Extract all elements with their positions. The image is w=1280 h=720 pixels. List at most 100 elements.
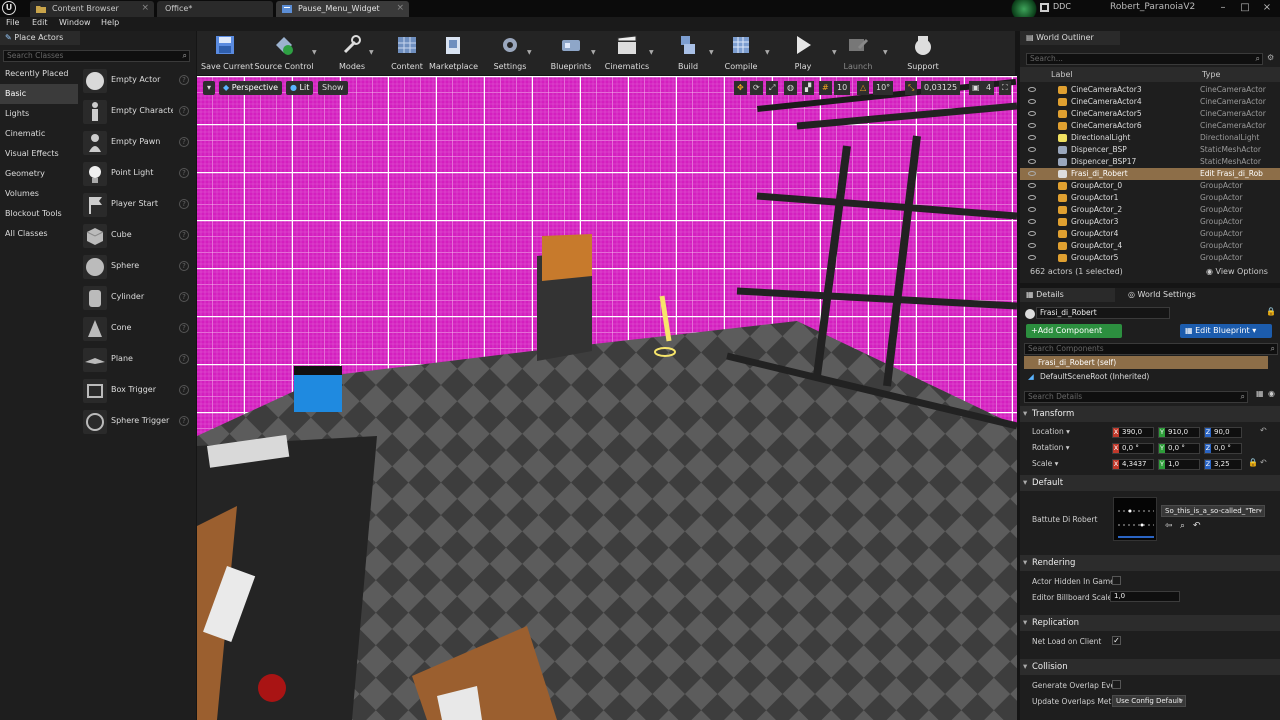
- scale-y-field[interactable]: Y 1,0: [1158, 459, 1200, 470]
- net-load-checkbox[interactable]: ✓: [1112, 636, 1121, 645]
- actor-hidden-checkbox[interactable]: [1112, 576, 1121, 585]
- menu-window[interactable]: Window: [59, 18, 91, 27]
- settings-icon[interactable]: ⚙: [1267, 53, 1274, 62]
- lock-scale-icon[interactable]: 🔒: [1248, 458, 1258, 467]
- visibility-eye-icon[interactable]: [1028, 111, 1036, 116]
- actor-point-light[interactable]: Point Light ?: [80, 159, 193, 189]
- show-button[interactable]: Show: [318, 81, 348, 95]
- search-classes-input[interactable]: Search Classes ⌕: [3, 50, 190, 62]
- visibility-eye-icon[interactable]: [1028, 243, 1036, 248]
- maximize-viewport-icon[interactable]: ⛶: [999, 81, 1011, 95]
- scale-snap-icon[interactable]: ⤡: [905, 81, 918, 95]
- search-components-input[interactable]: Search Components ⌕: [1024, 343, 1278, 355]
- chevron-down-icon[interactable]: ▼: [591, 49, 596, 56]
- save-current-button[interactable]: Save Current: [201, 34, 253, 74]
- perspective-button[interactable]: ◆ Perspective: [219, 81, 283, 95]
- actor-cone[interactable]: Cone ?: [80, 314, 193, 344]
- help-icon[interactable]: ?: [179, 168, 189, 178]
- outliner-row[interactable]: GroupActor_4 GroupActor: [1020, 240, 1280, 252]
- view-options-button[interactable]: ◉ View Options: [1206, 267, 1268, 276]
- chevron-down-icon[interactable]: ▼: [709, 49, 714, 56]
- section-replication[interactable]: Replication: [1020, 615, 1280, 631]
- tab-world-settings[interactable]: ◎ World Settings: [1120, 288, 1230, 302]
- visibility-eye-icon[interactable]: [1028, 171, 1036, 176]
- minimize-icon[interactable]: –: [1212, 0, 1234, 17]
- help-icon[interactable]: ?: [179, 137, 189, 147]
- visibility-eye-icon[interactable]: [1028, 135, 1036, 140]
- help-icon[interactable]: ?: [179, 354, 189, 364]
- location-x-field[interactable]: X 390,0: [1112, 427, 1154, 438]
- category-recently-placed[interactable]: Recently Placed: [0, 64, 78, 84]
- compile-button[interactable]: Compile: [723, 34, 759, 74]
- ddc-status[interactable]: DDC: [1053, 2, 1071, 11]
- section-transform[interactable]: Transform: [1020, 406, 1280, 422]
- actor-player-start[interactable]: Player Start ?: [80, 190, 193, 220]
- location-y-field[interactable]: Y 910,0: [1158, 427, 1200, 438]
- category-all-classes[interactable]: All Classes: [0, 224, 78, 244]
- cinematics-button[interactable]: Cinematics: [604, 34, 650, 74]
- scale-label[interactable]: Scale ▾: [1032, 459, 1058, 468]
- grid-snap-icon[interactable]: #: [819, 81, 832, 95]
- chevron-down-icon[interactable]: ▼: [527, 49, 532, 56]
- outliner-row[interactable]: GroupActor_0 GroupActor: [1020, 180, 1280, 192]
- generate-overlap-checkbox[interactable]: [1112, 680, 1121, 689]
- rotation-y-field[interactable]: Y 0,0 °: [1158, 443, 1200, 454]
- rotation-snap-value[interactable]: 10°: [873, 81, 894, 95]
- category-blockout-tools[interactable]: Blockout Tools: [0, 204, 78, 224]
- rotation-x-field[interactable]: X 0,0 °: [1112, 443, 1154, 454]
- camera-speed-value[interactable]: 4: [983, 81, 995, 95]
- outliner-row[interactable]: CineCameraActor3 CineCameraActor: [1020, 84, 1280, 96]
- component-default-scene-root[interactable]: ◢ DefaultSceneRoot (Inherited): [1026, 372, 1149, 381]
- rotation-snap-icon[interactable]: △: [857, 81, 870, 95]
- outliner-row[interactable]: CineCameraActor4 CineCameraActor: [1020, 96, 1280, 108]
- actor-empty-pawn[interactable]: Empty Pawn ?: [80, 128, 193, 158]
- tab-office-level[interactable]: Office*: [157, 1, 273, 17]
- help-icon[interactable]: ?: [179, 385, 189, 395]
- outliner-row[interactable]: GroupActor_2 GroupActor: [1020, 204, 1280, 216]
- actor-cylinder[interactable]: Cylinder ?: [80, 283, 193, 313]
- outliner-row[interactable]: Dispencer_BSP StaticMeshActor: [1020, 144, 1280, 156]
- location-z-field[interactable]: Z 90,0: [1204, 427, 1242, 438]
- category-geometry[interactable]: Geometry: [0, 164, 78, 184]
- column-type[interactable]: Type: [1202, 70, 1220, 79]
- edit-blueprint-button[interactable]: ▦ Edit Blueprint ▾: [1180, 324, 1272, 338]
- visibility-eye-icon[interactable]: [1028, 255, 1036, 260]
- chevron-down-icon[interactable]: ▼: [369, 49, 374, 56]
- visibility-eye-icon[interactable]: [1028, 123, 1036, 128]
- source-control-button[interactable]: Source Control: [254, 34, 314, 74]
- level-viewport[interactable]: ▾ ◆ Perspective ● Lit Show ✥ ⟳ ⤢ ◍ ▞ # 1…: [197, 76, 1017, 720]
- tab-details[interactable]: ▦ Details: [1020, 288, 1115, 302]
- outliner-row[interactable]: GroupActor5 GroupActor: [1020, 252, 1280, 264]
- close-icon[interactable]: ×: [141, 1, 149, 16]
- scale-z-field[interactable]: Z 3,25: [1204, 459, 1242, 470]
- tab-world-outliner[interactable]: ▤ World Outliner: [1020, 31, 1120, 45]
- scale-mode-icon[interactable]: ⤢: [766, 81, 779, 95]
- settings-button[interactable]: Settings: [490, 34, 530, 74]
- chevron-down-icon[interactable]: ▼: [765, 49, 770, 56]
- rotation-z-field[interactable]: Z 0,0 °: [1204, 443, 1242, 454]
- section-rendering[interactable]: Rendering: [1020, 555, 1280, 571]
- outliner-row[interactable]: Frasi_di_Robert Edit Frasi_di_Rob: [1020, 168, 1280, 180]
- scale-snap-value[interactable]: 0,03125: [921, 81, 961, 95]
- world-local-icon[interactable]: ◍: [784, 81, 797, 95]
- browse-search-icon[interactable]: ⌕: [1180, 521, 1185, 531]
- update-overlaps-dropdown[interactable]: Use Config Default: [1112, 695, 1186, 707]
- blueprints-button[interactable]: Blueprints: [550, 34, 592, 74]
- chevron-down-icon[interactable]: ▼: [312, 49, 317, 56]
- visibility-eye-icon[interactable]: [1028, 99, 1036, 104]
- chevron-down-icon[interactable]: ▼: [883, 49, 888, 56]
- visibility-eye-icon[interactable]: [1028, 183, 1036, 188]
- actor-name-field[interactable]: Frasi_di_Robert: [1036, 307, 1170, 319]
- close-window-icon[interactable]: ×: [1256, 0, 1278, 17]
- actor-sphere[interactable]: Sphere ?: [80, 252, 193, 282]
- outliner-row[interactable]: CineCameraActor6 CineCameraActor: [1020, 120, 1280, 132]
- help-icon[interactable]: ?: [179, 261, 189, 271]
- rotate-mode-icon[interactable]: ⟳: [750, 81, 763, 95]
- marketplace-button[interactable]: Marketplace: [429, 34, 478, 74]
- search-details-input[interactable]: Search Details ⌕: [1024, 391, 1248, 403]
- help-icon[interactable]: ?: [179, 416, 189, 426]
- menu-edit[interactable]: Edit: [32, 18, 48, 27]
- category-lights[interactable]: Lights: [0, 104, 78, 124]
- category-basic[interactable]: Basic: [0, 84, 78, 104]
- column-label[interactable]: Label: [1051, 70, 1073, 79]
